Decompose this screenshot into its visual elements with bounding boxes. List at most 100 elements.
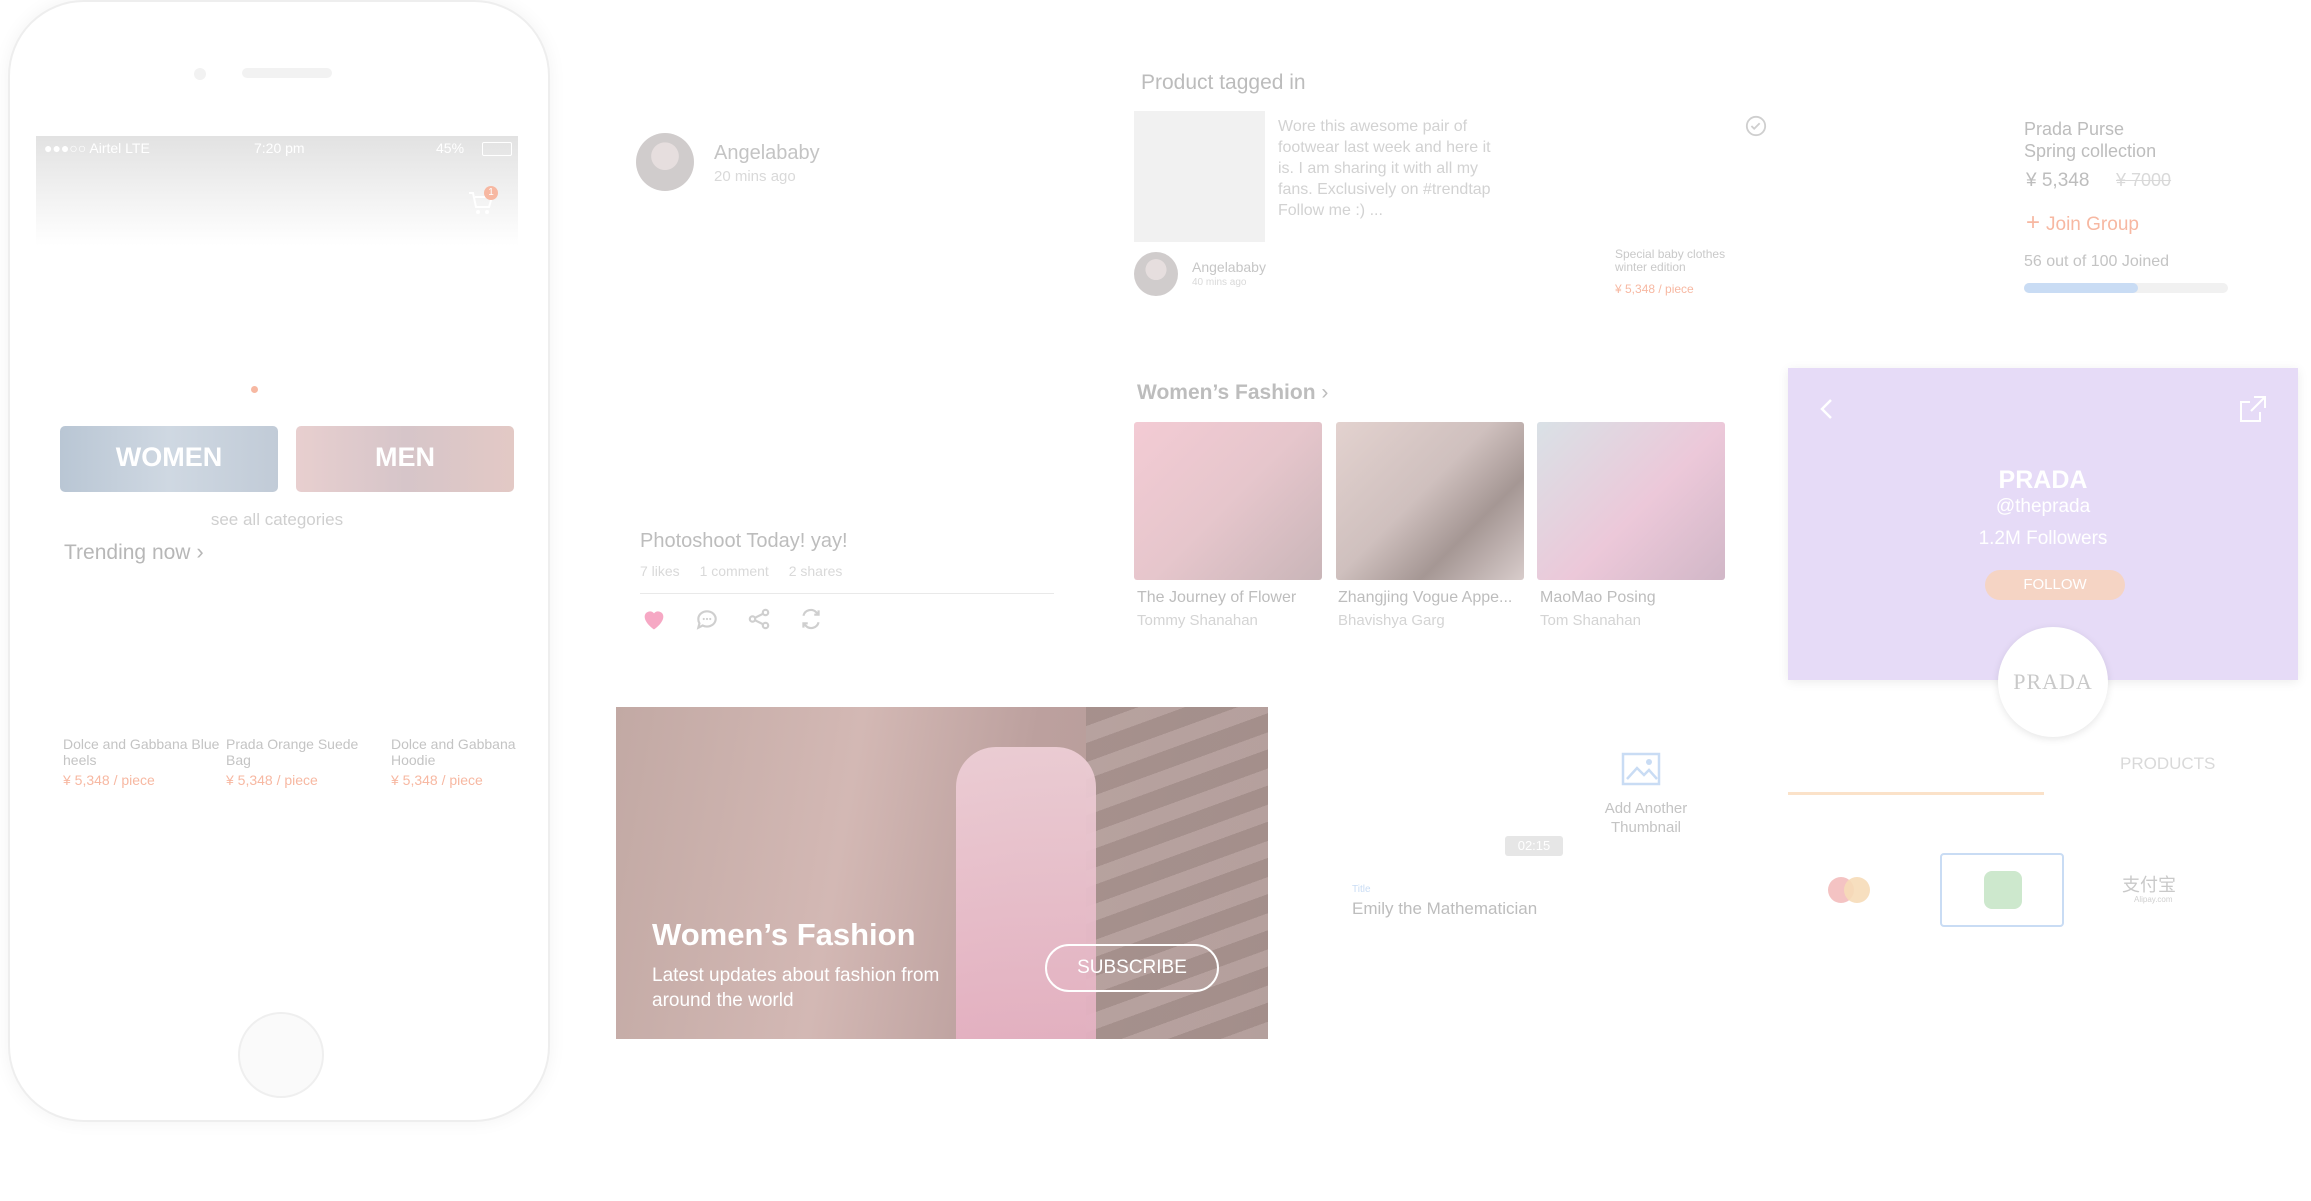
phone-screen: ●●●○○ Airtel LTE 7:20 pm 45% 1 WOMEN MEN… — [36, 136, 518, 996]
tagged-product-price: ¥ 5,348 / piece — [1615, 282, 1694, 296]
fashion-card-image[interactable] — [1134, 422, 1322, 580]
cart-icon[interactable]: 1 — [466, 186, 498, 218]
mastercard-icon-circle — [1844, 877, 1870, 903]
tagged-product-image[interactable] — [1134, 111, 1265, 242]
follow-button[interactable]: FOLLOW — [1985, 570, 2125, 600]
fashion-card-image[interactable] — [1336, 422, 1524, 580]
group-product-subtitle: Spring collection — [2024, 141, 2157, 161]
post-time: 20 mins ago — [714, 168, 796, 185]
trending-item-price: ¥ 5,348 / piece — [63, 772, 155, 788]
tab-indicator — [1788, 792, 2044, 795]
category-women[interactable]: WOMEN — [60, 426, 278, 492]
subscribe-button[interactable]: SUBSCRIBE — [1045, 944, 1219, 992]
fashion-banner[interactable]: Women’s Fashion Latest updates about fas… — [616, 707, 1268, 1039]
fashion-card-author: Tommy Shanahan — [1137, 612, 1258, 629]
phone-home-button[interactable] — [238, 1012, 324, 1098]
fashion-card-author: Bhavishya Garg — [1338, 612, 1445, 629]
alipay-logo-sub: Alipay.com — [2134, 895, 2173, 904]
womens-fashion-title: Women’s Fashion — [1137, 381, 1316, 404]
clock-label: 7:20 pm — [254, 140, 305, 156]
phone-camera — [194, 68, 206, 80]
tagged-author-name[interactable]: Angelababy — [1192, 259, 1266, 275]
status-bar: ●●●○○ Airtel LTE 7:20 pm 45% 1 — [36, 136, 518, 246]
share-icon[interactable] — [746, 606, 772, 632]
video-title-label: Title — [1352, 884, 1371, 895]
group-price: ¥ 5,348 — [2026, 170, 2090, 191]
post-shares[interactable]: 2 shares — [789, 563, 843, 579]
chevron-right-icon: › — [196, 539, 204, 564]
brand-handle: @theprada — [1995, 496, 2091, 517]
join-group-label: Join Group — [2046, 214, 2139, 235]
category-men[interactable]: MEN — [296, 426, 514, 492]
brand-followers: 1.2M Followers — [1978, 528, 2108, 549]
post-stats: 7 likes 1 comment 2 shares — [640, 563, 842, 579]
joined-count: 56 out of 100 Joined — [2024, 253, 2170, 270]
fashion-card-image[interactable] — [1537, 422, 1725, 580]
check-circle-icon[interactable] — [1745, 115, 1767, 137]
post-author-name[interactable]: Angelababy — [714, 142, 820, 165]
tagged-section-title: Product tagged in — [1141, 71, 1306, 94]
group-old-price: ¥ 7000 — [2116, 170, 2172, 190]
brand-name: PRADA — [1998, 466, 2088, 494]
trending-item[interactable]: Dolce and Gabbana Blue heels ¥ 5,348 / p… — [63, 736, 223, 788]
tagged-product-name: Special baby clothes winter edition — [1615, 247, 1726, 274]
post-author-avatar[interactable] — [636, 133, 694, 191]
battery-icon — [482, 142, 512, 156]
post-comments[interactable]: 1 comment — [700, 563, 769, 579]
tagged-author-avatar[interactable] — [1134, 252, 1178, 296]
comment-icon[interactable] — [694, 606, 720, 632]
trending-item-name: Prada Orange Suede Bag — [226, 736, 359, 768]
carrier-label: ●●●○○ Airtel LTE — [44, 140, 150, 156]
trending-item[interactable]: Dolce and Gabbana Hoodie ¥ 5,348 / piece — [391, 736, 518, 788]
trending-item-name: Dolce and Gabbana Hoodie — [391, 736, 516, 768]
banner-title: Women’s Fashion — [652, 917, 916, 952]
trending-item-price: ¥ 5,348 / piece — [391, 772, 483, 788]
category-women-label: WOMEN — [115, 442, 223, 472]
battery-percent: 45% — [436, 140, 465, 156]
tagged-time: 40 mins ago — [1192, 277, 1247, 288]
share-out-icon[interactable] — [2236, 392, 2270, 426]
trending-item-price: ¥ 5,348 / piece — [226, 772, 318, 788]
wechat-icon — [1984, 871, 2022, 909]
phone-speaker — [242, 68, 332, 78]
fashion-card-title[interactable]: Zhangjing Vogue Appe... — [1338, 589, 1512, 607]
join-group-button[interactable]: + Join Group — [2026, 209, 2139, 237]
cart-badge: 1 — [484, 186, 498, 200]
video-title-field[interactable]: Emily the Mathematician — [1352, 899, 1537, 919]
trending-title-label: Trending now — [64, 541, 191, 564]
payment-option-wechat[interactable] — [1940, 853, 2064, 927]
fashion-card-title[interactable]: The Journey of Flower — [1137, 589, 1296, 607]
image-icon[interactable] — [1621, 752, 1661, 786]
back-arrow-icon[interactable] — [1812, 394, 1842, 424]
chevron-right-icon: › — [1321, 381, 1329, 404]
category-men-label: MEN — [375, 442, 435, 472]
post-caption: Photoshoot Today! yay! — [640, 530, 848, 552]
womens-fashion-link[interactable]: Women’s Fashion › — [1137, 381, 1328, 405]
join-progress-track — [2024, 283, 2228, 293]
post-likes[interactable]: 7 likes — [640, 563, 680, 579]
banner-subtitle: Latest updates about fashion from around… — [652, 965, 940, 1011]
payment-option-alipay[interactable]: 支付宝 Alipay.com — [2090, 853, 2210, 923]
alipay-logo: 支付宝 — [2122, 875, 2176, 896]
carousel-dot[interactable] — [251, 386, 258, 393]
repost-icon[interactable] — [798, 606, 824, 632]
video-duration-badge: 02:15 — [1505, 836, 1563, 856]
plus-icon: + — [2026, 209, 2041, 236]
fashion-card-title[interactable]: MaoMao Posing — [1540, 589, 1656, 607]
tagged-post-text: Wore this awesome pair of footwear last … — [1278, 118, 1491, 219]
trending-item[interactable]: Prada Orange Suede Bag ¥ 5,348 / piece — [226, 736, 386, 788]
add-thumbnail-button[interactable]: Add Another Thumbnail — [1590, 799, 1702, 837]
banner-model-art — [956, 747, 1096, 1039]
fashion-card-author: Tom Shanahan — [1540, 612, 1641, 629]
phone-frame: ●●●○○ Airtel LTE 7:20 pm 45% 1 WOMEN MEN… — [8, 0, 550, 1122]
trending-title[interactable]: Trending now › — [64, 539, 204, 565]
trending-item-name: Dolce and Gabbana Blue heels — [63, 736, 220, 768]
payment-option-mastercard[interactable] — [1792, 853, 1912, 923]
brand-logo: PRADA — [1998, 627, 2108, 737]
group-product-title: Prada Purse — [2024, 119, 2125, 139]
join-progress-fill — [2024, 283, 2139, 293]
heart-icon[interactable] — [640, 605, 668, 633]
post-divider — [640, 593, 1054, 594]
tab-products[interactable]: PRODUCTS — [2120, 754, 2215, 774]
see-all-categories-link[interactable]: see all categories — [36, 510, 518, 530]
